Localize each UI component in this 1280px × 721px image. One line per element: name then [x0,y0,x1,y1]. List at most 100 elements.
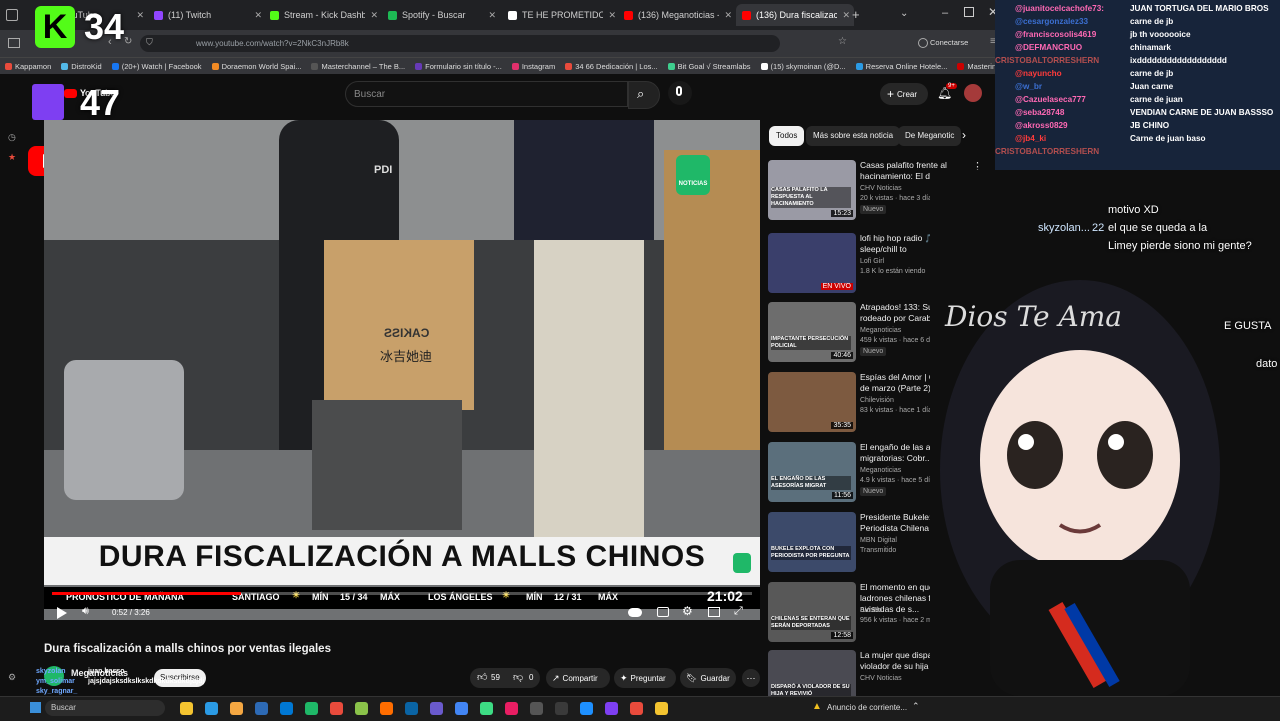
settings-gear-icon[interactable]: ⚙ [682,604,693,618]
tray-chevron-icon[interactable]: ⌃ [912,701,920,712]
taskbar-app-icon[interactable] [330,702,343,715]
search-input[interactable]: Buscar [345,81,628,107]
bookmark-item[interactable]: Kappamon [0,58,56,75]
taskbar-app-icon[interactable] [205,702,218,715]
autoplay-toggle[interactable] [628,608,642,617]
taskbar-app-icon[interactable] [655,702,668,715]
sidebar-star-icon[interactable]: ★ [8,152,16,163]
share-icon: ↗ [552,672,560,683]
miniplayer-icon[interactable] [708,607,720,617]
taskbar-app-icon[interactable] [430,702,443,715]
taskbar-app-icon[interactable] [580,702,593,715]
tab-close-icon[interactable]: ✕ [724,10,736,21]
minimize-button[interactable]: – [942,7,948,19]
browser-tab[interactable]: Spotify - Buscar ✕ [382,4,500,26]
taskbar-app-icon[interactable] [355,702,368,715]
bookmark-item[interactable]: Bit Goal √ Streamlabs [663,58,756,75]
volume-icon[interactable]: 🔊︎ [82,605,89,618]
related-video-thumbnail[interactable]: 35:35 [768,372,856,432]
connect-button[interactable]: Conectarse [930,38,968,47]
tab-label: (136) Dura fiscalización a malls [756,10,838,20]
taskbar-search[interactable]: Buscar [45,700,165,716]
pdi-vest-text: PDI [374,164,393,176]
related-video-thumbnail[interactable]: BUKELE EXPLOTA CON PERIODISTA POR PREGUN… [768,512,856,572]
new-badge: Nuevo [860,347,887,356]
chat-overlay-line: Limey pierde siono mi gente? [1108,240,1252,252]
new-tab-button[interactable]: + [852,7,860,22]
maximize-button[interactable] [964,7,974,17]
tab-search-chevron-icon[interactable]: ⌄ [900,8,908,19]
taskbar-app-icon[interactable] [555,702,568,715]
thumbs-down-icon[interactable]: 👎︎ [513,671,523,683]
browser-tab[interactable]: (136) Meganoticias - YouTube ✕ [618,4,736,26]
tab-close-icon[interactable]: ✕ [136,10,148,21]
bookmark-item[interactable]: Masterchannel – The B... [306,58,410,75]
taskbar-app-icon[interactable] [380,702,393,715]
avatar-eye-right-shine [1108,434,1124,450]
tab-label: TE HE PROMETIDO, Leo Dan: A [522,10,604,20]
taskbar-app-icon[interactable] [405,702,418,715]
tab-close-icon[interactable]: ✕ [370,10,382,21]
taskbar-app-icon[interactable] [230,702,243,715]
progress-bar-fill [52,592,241,595]
browser-tab[interactable]: Stream - Kick Dashboard ✕ [264,4,382,26]
thumbnail-caption: CHILENAS SE ENTERAN QUE SERÁN DEPORTADAS [771,616,851,630]
sidebar-history-icon[interactable]: ◷ [8,132,16,143]
save-button[interactable]: 🔖︎ Guardar [680,668,736,688]
bookmark-item[interactable]: DistroKid [56,58,106,75]
related-video-thumbnail[interactable]: EN VIVO [768,233,856,293]
taskbar-app-icon[interactable] [280,702,293,715]
taskbar-app-icon[interactable] [630,702,643,715]
bookmark-item[interactable]: Formulario sin título -... [410,58,507,75]
tab-close-icon[interactable]: ✕ [488,10,500,21]
sidebar-toggle-icon[interactable] [8,38,20,48]
video-duration-badge: EN VIVO [820,283,853,290]
box-brand-text: CAKISS [384,326,430,340]
bookmark-item[interactable]: Doraemon World Spai... [207,58,307,75]
bookmark-item[interactable]: Reserva Online Hotele... [851,58,953,75]
related-video-thumbnail[interactable]: IMPACTANTE PERSECUCIÓN POLICIAL 40:46 [768,302,856,362]
taskbar-app-icon[interactable] [305,702,318,715]
bookmark-favicon-icon [667,63,675,70]
create-button[interactable]: + Crear [880,83,928,105]
browser-tab[interactable]: (11) Twitch ✕ [148,4,266,26]
taskbar-app-icon[interactable] [505,702,518,715]
more-actions-icon[interactable]: ⋯ [742,669,760,687]
start-button[interactable] [30,702,41,713]
bookmark-item[interactable]: (15) skymoinan (@D... [756,58,851,75]
browser-side-panel [0,74,22,696]
box-chinese-text: 冰吉她迪 [380,349,433,364]
taskbar-app-icon[interactable] [530,702,543,715]
bookmark-item[interactable]: 34 66 Dedicación | Los... [560,58,662,75]
related-video-thumbnail[interactable]: CASAS PALAFITO LA RESPUESTA AL HACINAMIE… [768,160,856,220]
new-badge: Nuevo [860,487,887,496]
sidebar-settings-icon[interactable]: ⚙ [8,672,16,683]
ask-button[interactable]: ✦ Preguntar [614,668,676,688]
chat-overlay-line: E GUSTA [1224,320,1272,332]
url-input[interactable]: www.youtube.com/watch?v=2NkC3nJRb8k [140,35,780,52]
window-menu-icon[interactable] [6,9,18,21]
subtitles-icon[interactable] [657,607,669,617]
browser-tab[interactable]: TE HE PROMETIDO, Leo Dan: A✕ [502,4,620,26]
taskbar-app-icon[interactable] [455,702,468,715]
bookmark-item[interactable]: Instagram [507,58,560,75]
related-video-thumbnail[interactable]: CHILENAS SE ENTERAN QUE SERÁN DEPORTADAS… [768,582,856,642]
bookmark-item[interactable]: (20+) Watch | Facebook [107,58,207,75]
related-video-thumbnail[interactable]: EL ENGAÑO DE LAS ASESORÍAS MIGRAT 11:56 [768,442,856,502]
play-icon[interactable] [57,607,67,619]
tab-label: Spotify - Buscar [402,10,466,20]
taskbar-app-icon[interactable] [255,702,268,715]
profile-icon[interactable] [918,38,928,48]
bookmark-favicon-icon [5,63,12,70]
taskbar-app-icon[interactable] [480,702,493,715]
share-button[interactable]: ↗ Compartir [546,668,610,688]
fullscreen-icon[interactable]: ⤢ [734,605,743,618]
reload-icon[interactable]: ↻ [124,36,132,47]
taskbar-app-icon[interactable] [180,702,193,715]
bookmark-icon: 🔖︎ [686,672,698,683]
bookmark-star-icon[interactable]: ☆ [838,36,847,47]
browser-tab[interactable]: (136) Dura fiscalización a malls✕ [736,4,854,26]
chat-message: Carne de juan baso [1130,134,1206,143]
taskbar-app-icon[interactable] [605,702,618,715]
account-avatar[interactable] [964,84,982,102]
